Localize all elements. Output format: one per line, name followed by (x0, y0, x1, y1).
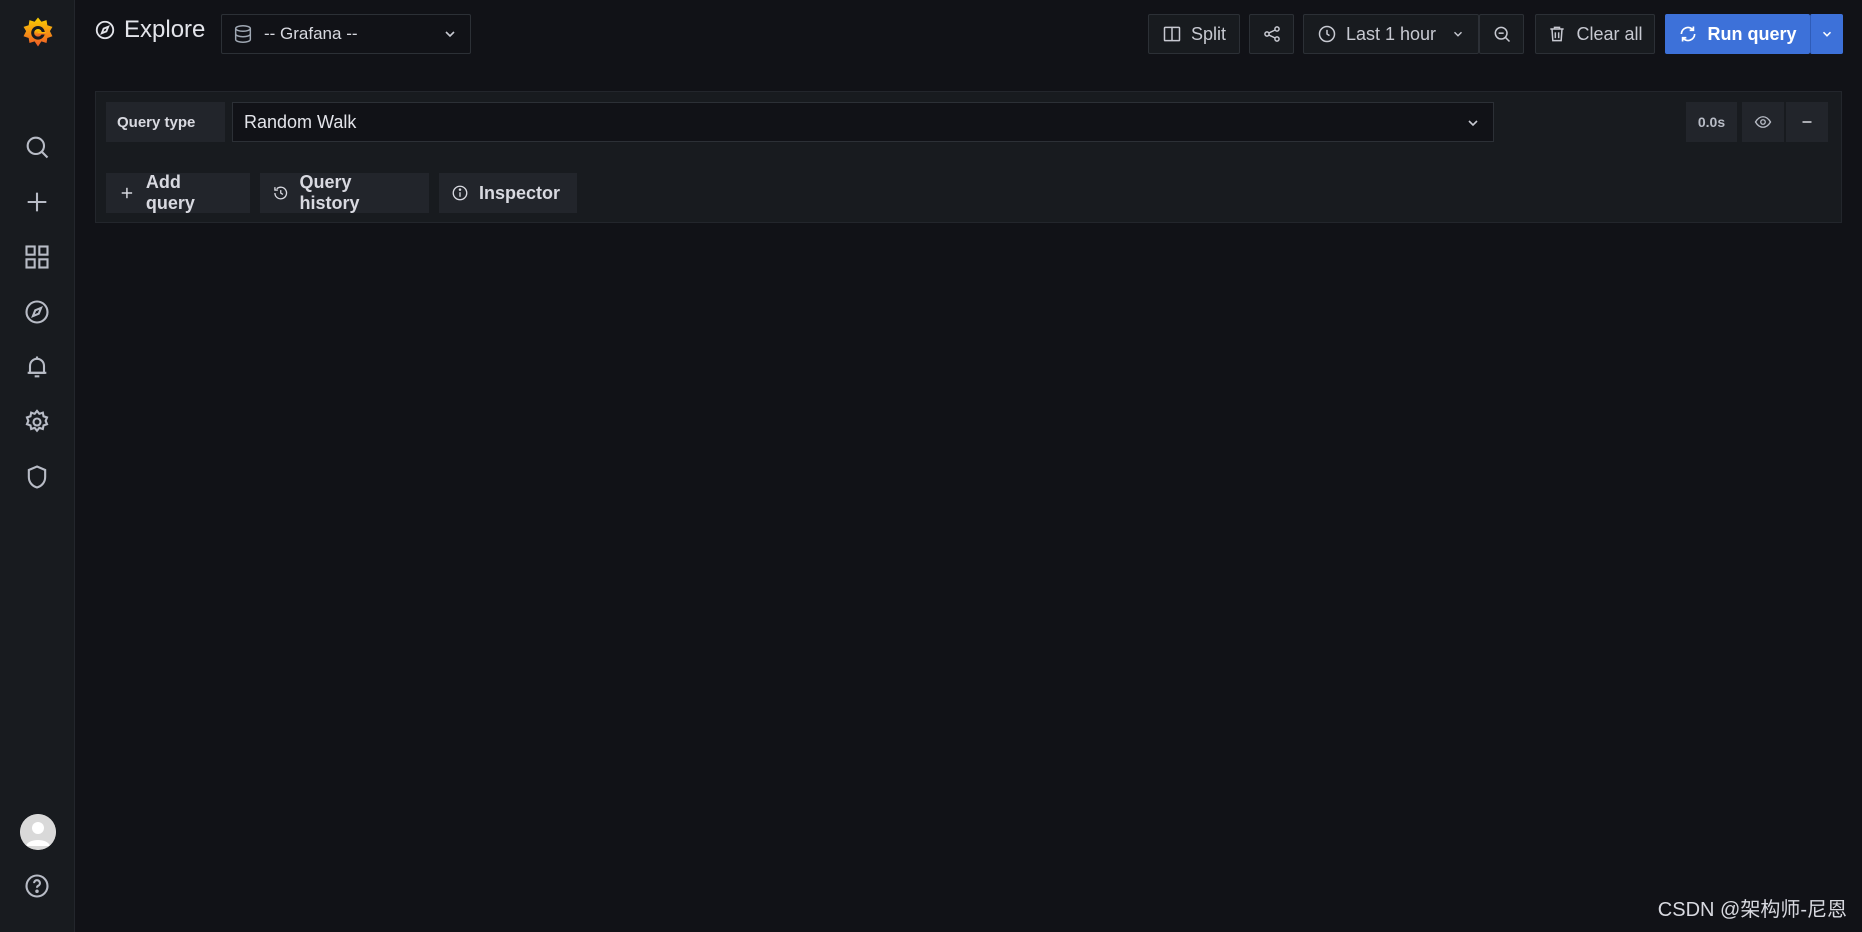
split-button[interactable]: Split (1148, 14, 1240, 54)
plus-icon (121, 187, 133, 199)
search-icon[interactable] (17, 127, 57, 167)
remove-query-button[interactable] (1786, 102, 1828, 142)
run-query-button[interactable]: Run query (1665, 14, 1810, 54)
time-range-picker[interactable]: Last 1 hour (1303, 14, 1479, 54)
datasource-picker[interactable]: -- Grafana -- (221, 14, 471, 54)
explore-toolbar: Explore -- Grafana -- Split Last 1 hour … (74, 0, 1862, 70)
clear-all-label: Clear all (1576, 23, 1643, 44)
add-query-label: Add query (145, 172, 195, 213)
chevron-down-icon (1468, 120, 1478, 127)
avatar[interactable] (20, 814, 56, 850)
time-range-label: Last 1 hour (1345, 23, 1437, 44)
query-row: Query type Random Walk 0.0s Add query Qu… (95, 91, 1842, 223)
query-type-value: Random Walk (244, 111, 357, 132)
database-icon (234, 25, 252, 43)
info-icon (452, 185, 468, 201)
page-title-text: Explore (124, 16, 206, 43)
chevron-down-icon (1454, 31, 1463, 37)
explore-icon[interactable] (17, 292, 57, 332)
run-query-dropdown[interactable] (1810, 14, 1843, 54)
split-label: Split (1190, 23, 1226, 44)
zoom-out-button[interactable] (1479, 14, 1524, 54)
query-type-select[interactable]: Random Walk (232, 102, 1494, 142)
grafana-logo[interactable] (18, 12, 58, 52)
query-history-label: Query history (299, 172, 360, 213)
history-icon (274, 186, 288, 200)
query-duration: 0.0s (1686, 102, 1737, 142)
split-icon (1163, 26, 1181, 42)
query-type-label: Query type (106, 102, 225, 142)
chevron-down-icon (445, 31, 455, 38)
shield-icon[interactable] (17, 457, 57, 497)
trash-icon (1550, 26, 1565, 42)
datasource-name: -- Grafana -- (264, 24, 358, 43)
eye-icon (1754, 116, 1772, 128)
dashboards-icon[interactable] (17, 237, 57, 277)
zoom-out-icon (1494, 26, 1510, 43)
add-query-button[interactable]: Add query (106, 172, 250, 213)
sidebar (0, 0, 75, 932)
clear-all-button[interactable]: Clear all (1535, 14, 1655, 54)
bell-icon[interactable] (17, 347, 57, 387)
refresh-icon (1680, 26, 1696, 42)
share-icon (1263, 26, 1280, 42)
chevron-down-icon (1822, 31, 1831, 37)
share-button[interactable] (1249, 14, 1294, 54)
plus-icon[interactable] (17, 182, 57, 222)
query-history-button[interactable]: Query history (260, 172, 429, 213)
clock-icon (1318, 25, 1336, 43)
toggle-visibility-button[interactable] (1742, 102, 1784, 142)
page-title: Explore (94, 16, 205, 44)
help-icon[interactable] (17, 866, 57, 906)
watermark: CSDN @架构师-尼恩 (1657, 899, 1847, 921)
gear-icon[interactable] (17, 402, 57, 442)
inspector-label: Inspector (479, 182, 561, 203)
minus-icon (1802, 121, 1812, 123)
run-query-label: Run query (1707, 23, 1797, 44)
inspector-button[interactable]: Inspector (439, 173, 577, 213)
explore-icon (95, 20, 115, 40)
